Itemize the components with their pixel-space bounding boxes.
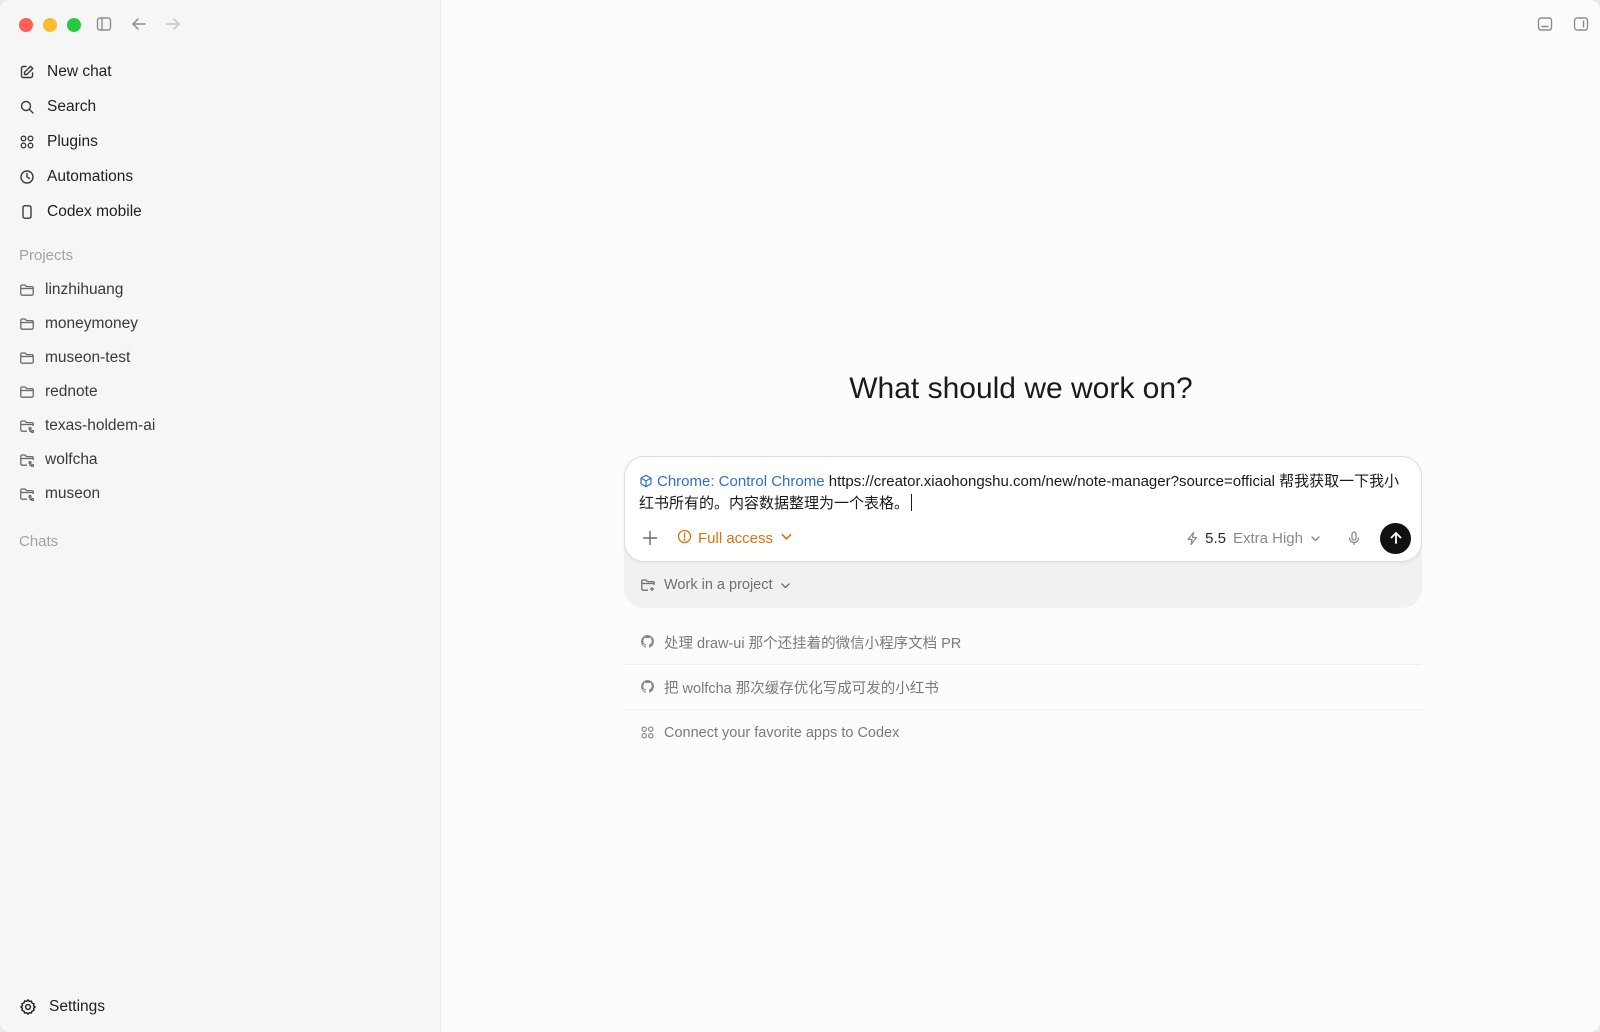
work-in-project-dropdown[interactable]: Work in a project: [640, 577, 792, 593]
project-item[interactable]: moneymoney: [19, 307, 155, 341]
gear-icon: [19, 997, 39, 1017]
compose-icon: [19, 63, 37, 81]
phone-icon: [19, 203, 37, 221]
cube-icon: [639, 473, 653, 488]
maximize-window-button[interactable]: [67, 18, 81, 32]
settings-label: Settings: [49, 998, 106, 1015]
sidebar-item-codex-mobile[interactable]: Codex mobile: [19, 194, 142, 229]
send-button[interactable]: [1380, 522, 1411, 554]
close-window-button[interactable]: [19, 18, 33, 32]
grid-icon: [19, 133, 37, 151]
sidebar-item-label: Automations: [47, 167, 134, 185]
page-title: What should we work on?: [849, 372, 1193, 405]
sidebar-item-search[interactable]: Search: [19, 89, 142, 124]
minimize-window-button[interactable]: [43, 18, 57, 32]
forward-arrow-icon[interactable]: [164, 15, 182, 33]
chats-section-title: Chats: [19, 533, 59, 550]
folder-git-icon: [19, 485, 37, 503]
bolt-icon: [1185, 531, 1200, 546]
project-label: wolfcha: [45, 451, 98, 468]
grid-icon: [640, 725, 656, 741]
project-item[interactable]: texas-holdem-ai: [19, 409, 155, 443]
project-label: museon: [45, 485, 101, 502]
project-select-label: Work in a project: [664, 577, 773, 593]
plugin-chip[interactable]: Chrome: Control Chrome: [657, 473, 825, 490]
access-level-dropdown[interactable]: Full access: [677, 529, 794, 548]
access-label: Full access: [698, 529, 774, 547]
suggestion-list: 处理 draw-ui 那个还挂着的微信小程序文档 PR 把 wolfcha 那次…: [624, 620, 1422, 755]
chevron-down-icon: [779, 529, 794, 548]
folder-git-icon: [19, 451, 37, 469]
app-window: New chat Search Plugins Automations Code…: [0, 0, 1600, 1032]
project-item[interactable]: linzhihuang: [19, 273, 155, 307]
project-item[interactable]: museon: [19, 477, 155, 511]
back-arrow-icon[interactable]: [130, 15, 148, 33]
warning-icon: [677, 529, 692, 548]
project-label: linzhihuang: [45, 281, 124, 298]
project-item[interactable]: rednote: [19, 375, 155, 409]
sidebar-item-new-chat[interactable]: New chat: [19, 54, 142, 89]
window-controls: [19, 18, 81, 32]
composer[interactable]: Chrome: Control Chrome https://creator.x…: [624, 456, 1422, 562]
sidebar-item-label: Codex mobile: [47, 202, 142, 220]
folder-plus-icon: [640, 577, 656, 593]
sidebar-item-plugins[interactable]: Plugins: [19, 124, 142, 159]
folder-icon: [19, 315, 37, 333]
settings-button[interactable]: Settings: [19, 997, 105, 1017]
project-item[interactable]: museon-test: [19, 341, 155, 375]
projects-list: linzhihuang moneymoney museon-test redno…: [19, 273, 155, 511]
projects-section-title: Projects: [19, 247, 74, 264]
suggestion-label: 处理 draw-ui 那个还挂着的微信小程序文档 PR: [664, 635, 962, 652]
plus-icon: [642, 530, 658, 546]
github-icon: [640, 634, 656, 650]
project-label: moneymoney: [45, 315, 139, 332]
composer-toolbar: Full access 5.5 Extra High: [639, 522, 1411, 554]
composer-container: Chrome: Control Chrome https://creator.x…: [624, 456, 1422, 608]
microphone-button[interactable]: [1346, 530, 1362, 546]
folder-icon: [19, 383, 37, 401]
project-label: rednote: [45, 383, 98, 400]
sidebar-item-label: Search: [47, 97, 97, 115]
panel-right-icon[interactable]: [1572, 15, 1590, 33]
sidebar: New chat Search Plugins Automations Code…: [0, 0, 441, 1032]
suggestion-label: Connect your favorite apps to Codex: [664, 724, 900, 741]
main-panel: What should we work on? Chrome: Control …: [442, 0, 1600, 1032]
chevron-down-icon: [1303, 532, 1322, 545]
arrow-up-icon: [1390, 532, 1401, 544]
project-label: museon-test: [45, 349, 131, 366]
folder-icon: [19, 349, 37, 367]
sidebar-nav: New chat Search Plugins Automations Code…: [19, 54, 142, 229]
sidebar-item-label: New chat: [47, 62, 112, 80]
clock-icon: [19, 168, 37, 186]
suggestion-item[interactable]: 处理 draw-ui 那个还挂着的微信小程序文档 PR: [624, 620, 1422, 665]
microphone-icon: [1348, 531, 1360, 546]
chevron-down-icon: [779, 579, 792, 592]
prompt-input[interactable]: Chrome: Control Chrome https://creator.x…: [639, 471, 1409, 515]
text-caret: [911, 494, 913, 511]
project-item[interactable]: wolfcha: [19, 443, 155, 477]
sidebar-item-automations[interactable]: Automations: [19, 159, 142, 194]
model-version: 5.5: [1205, 529, 1226, 547]
sidebar-item-label: Plugins: [47, 132, 98, 150]
model-effort: Extra High: [1232, 529, 1303, 547]
github-icon: [640, 679, 656, 695]
suggestion-item[interactable]: Connect your favorite apps to Codex: [624, 710, 1422, 755]
suggestion-label: 把 wolfcha 那次缓存优化写成可发的小红书: [664, 680, 939, 697]
suggestion-item[interactable]: 把 wolfcha 那次缓存优化写成可发的小红书: [624, 665, 1422, 710]
model-selector[interactable]: 5.5 Extra High: [1185, 530, 1322, 547]
panel-bottom-icon[interactable]: [1536, 15, 1554, 33]
search-icon: [19, 98, 37, 116]
project-label: texas-holdem-ai: [45, 417, 156, 434]
folder-git-icon: [19, 417, 37, 435]
folder-icon: [19, 281, 37, 299]
add-attachment-button[interactable]: [639, 527, 661, 549]
toggle-sidebar-icon[interactable]: [95, 15, 113, 33]
